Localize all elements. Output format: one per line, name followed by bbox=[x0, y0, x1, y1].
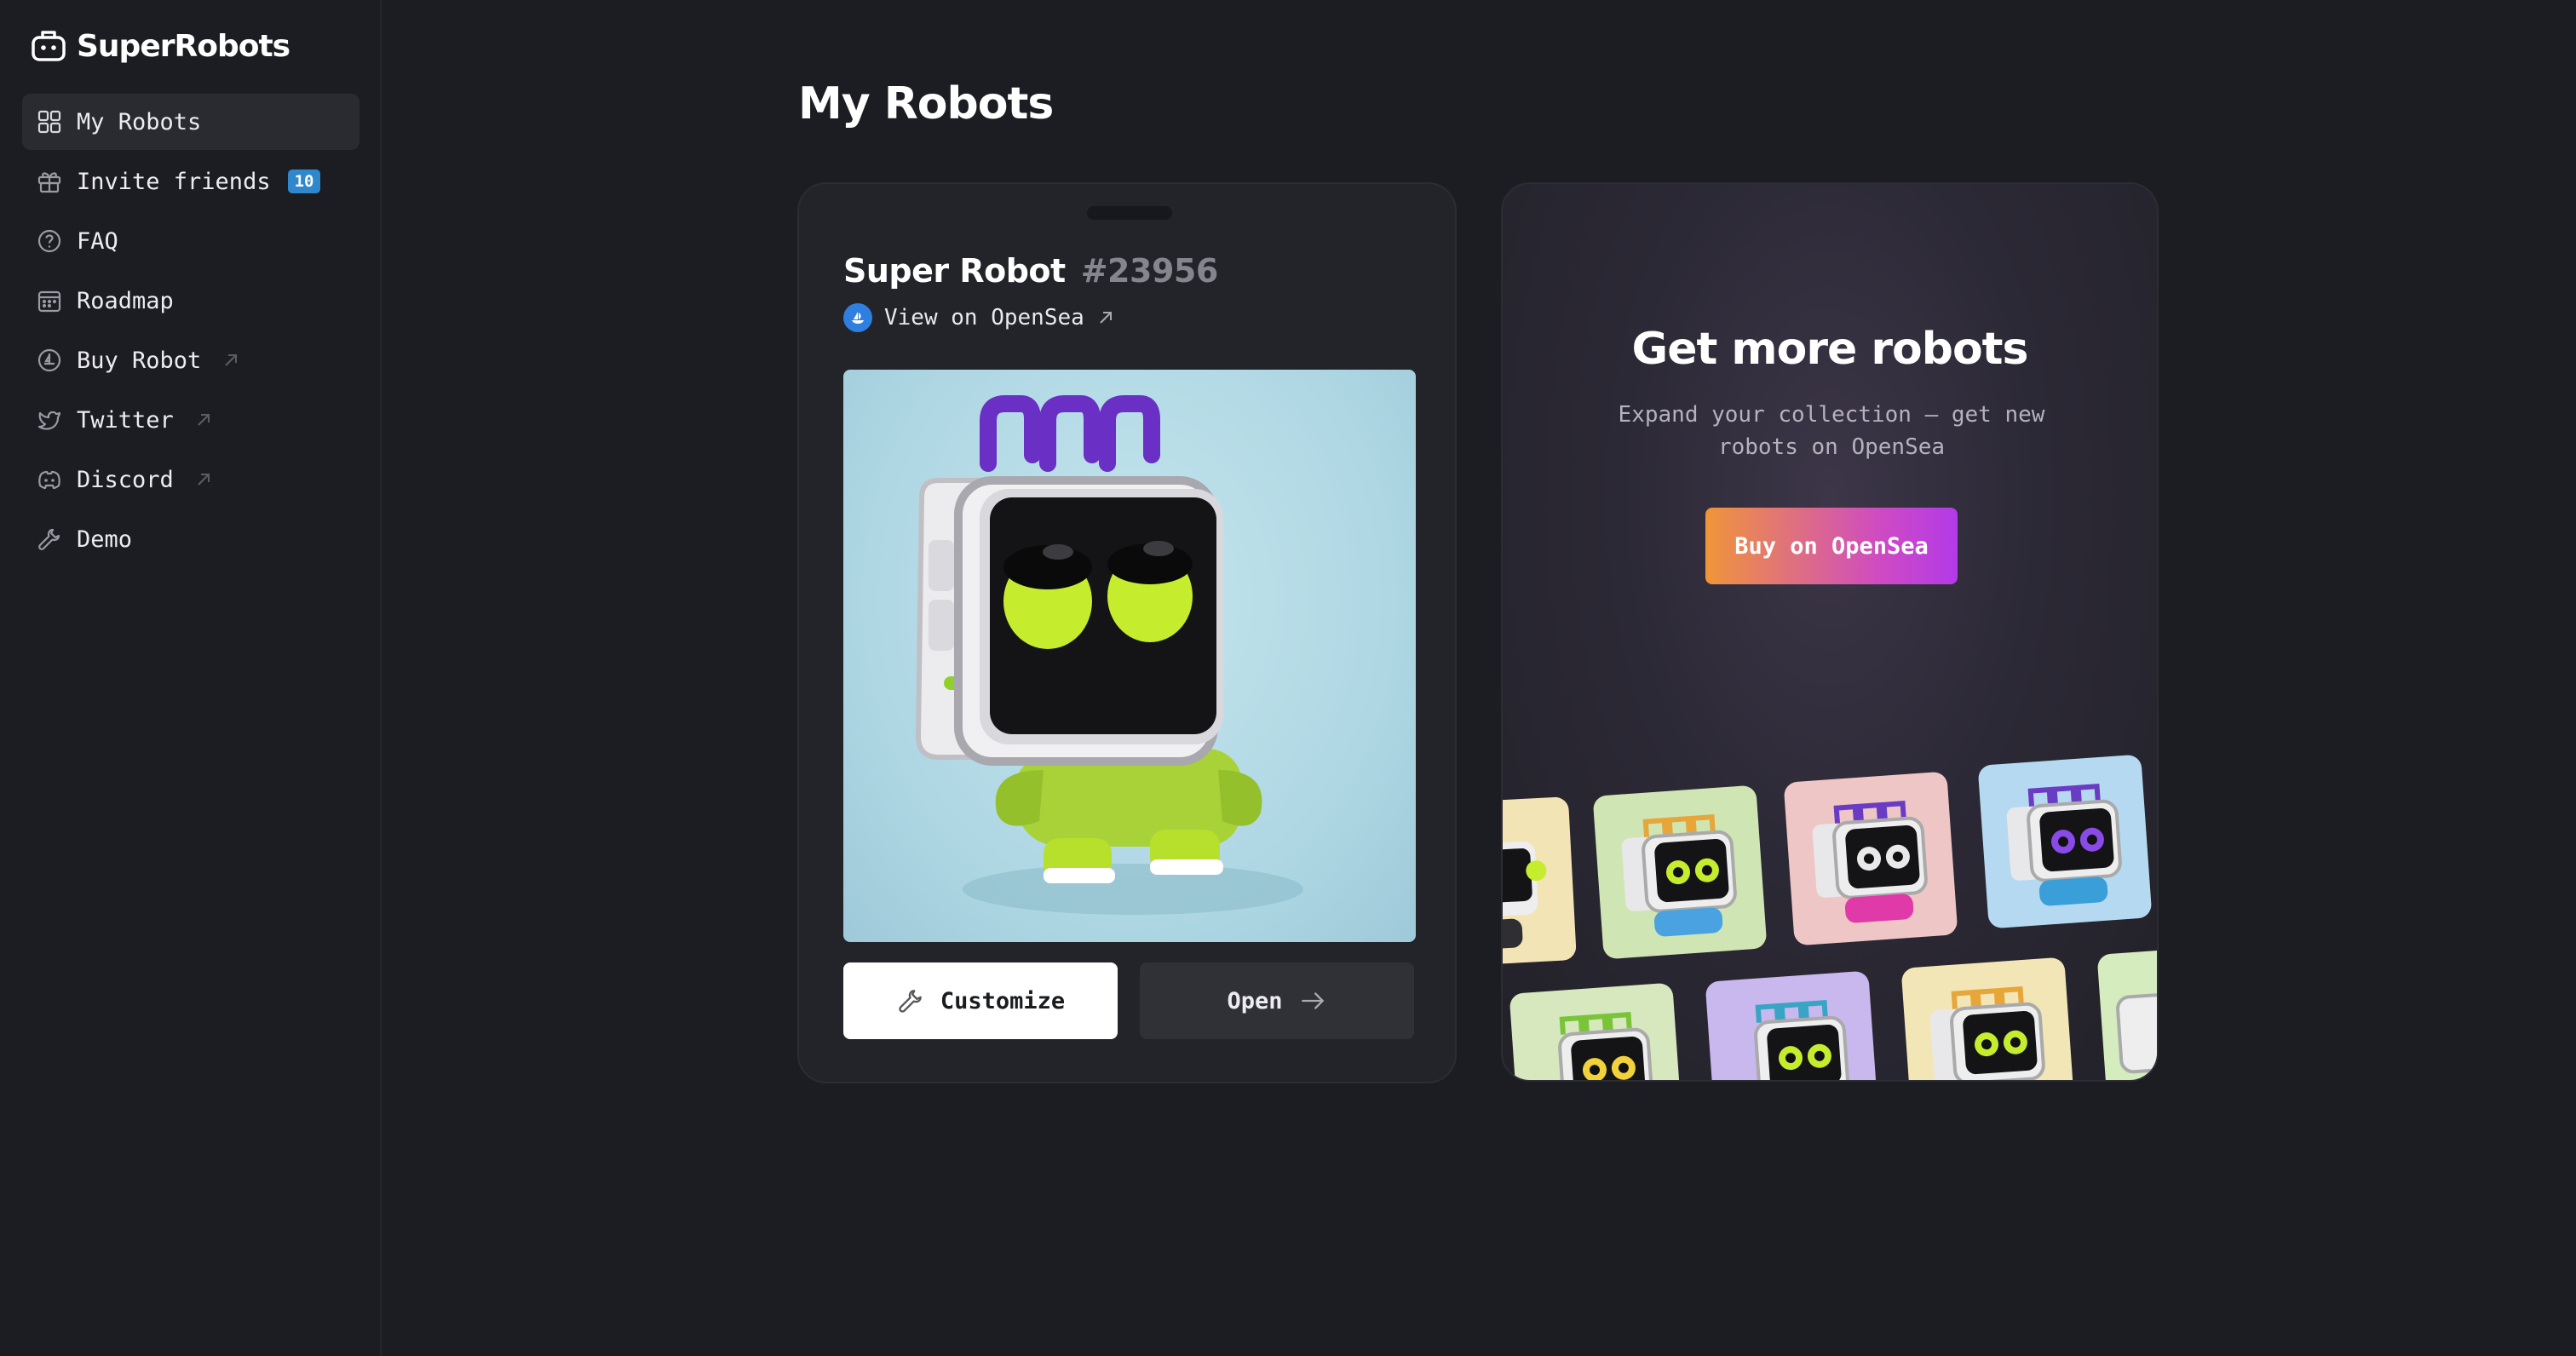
sidebar-item-buy-robot[interactable]: Buy Robot bbox=[22, 332, 359, 388]
robot-thumbnail bbox=[1592, 784, 1768, 960]
external-link-icon bbox=[198, 414, 210, 426]
open-button-label: Open bbox=[1227, 987, 1283, 1014]
sidebar-item-label: My Robots bbox=[77, 108, 202, 135]
sidebar-item-label: FAQ bbox=[77, 227, 118, 255]
sidebar-item-label: Invite friends bbox=[77, 168, 271, 195]
discord-icon bbox=[38, 470, 60, 490]
arrow-right-icon bbox=[1301, 992, 1324, 1009]
robot-thumbnail bbox=[1503, 796, 1577, 968]
sidebar-item-twitter[interactable]: Twitter bbox=[22, 392, 359, 448]
question-circle-icon bbox=[37, 229, 61, 253]
robot-image[interactable] bbox=[843, 370, 1416, 942]
external-link-icon bbox=[1100, 312, 1112, 324]
buy-on-opensea-button[interactable]: Buy on OpenSea bbox=[1705, 508, 1958, 584]
get-more-robots-card: Get more robots Expand your collection —… bbox=[1501, 182, 2159, 1082]
wrench-icon bbox=[899, 990, 922, 1013]
sidebar-item-invite-friends[interactable]: Invite friends 10 bbox=[22, 153, 359, 210]
card-notch bbox=[1087, 206, 1172, 220]
wrench-icon bbox=[38, 528, 60, 550]
robot-thumbnail bbox=[1509, 982, 1684, 1080]
sidebar-item-my-robots[interactable]: My Robots bbox=[22, 94, 359, 150]
sidebar-item-label: Buy Robot bbox=[77, 347, 202, 374]
sidebar-item-roadmap[interactable]: Roadmap bbox=[22, 273, 359, 329]
invite-count-badge: 10 bbox=[287, 170, 321, 193]
promo-title: Get more robots bbox=[1631, 324, 2029, 375]
gift-icon bbox=[37, 172, 61, 193]
robot-illustration bbox=[915, 395, 1303, 915]
sidebar-item-label: Roadmap bbox=[77, 287, 174, 314]
sidebar-nav: My Robots Invite friends 10 FAQ Roadmap bbox=[22, 94, 359, 571]
app-name: SuperRobots bbox=[77, 28, 290, 64]
buy-on-opensea-label: Buy on OpenSea bbox=[1734, 532, 1929, 560]
customize-button[interactable]: Customize bbox=[843, 962, 1118, 1039]
page-title: My Robots bbox=[798, 78, 1054, 129]
view-on-opensea-link[interactable]: View on OpenSea bbox=[843, 303, 1115, 332]
twitter-icon bbox=[37, 411, 61, 430]
robot-thumbnail bbox=[2096, 943, 2157, 1080]
calendar-icon bbox=[37, 290, 61, 313]
robot-card: Super Robot #23956 View on OpenSea Custo… bbox=[797, 182, 1457, 1083]
sidebar-item-label: Demo bbox=[77, 526, 133, 553]
robot-thumbnail bbox=[1783, 771, 1958, 946]
robot-number: #23956 bbox=[1080, 252, 1219, 290]
robot-title: Super Robot #23956 bbox=[843, 252, 1218, 290]
open-button[interactable]: Open bbox=[1140, 962, 1414, 1039]
external-link-icon bbox=[225, 354, 238, 366]
grid-icon bbox=[37, 110, 61, 134]
opensea-logo-icon bbox=[843, 303, 872, 332]
promo-subtitle: Expand your collection — get new robots … bbox=[1618, 402, 2045, 460]
external-link-icon bbox=[198, 474, 210, 486]
opensea-icon bbox=[37, 348, 61, 372]
app-logo[interactable]: SuperRobots bbox=[31, 26, 290, 66]
customize-button-label: Customize bbox=[940, 987, 1066, 1014]
robot-thumbnail bbox=[1705, 970, 1880, 1080]
sidebar-item-label: Twitter bbox=[77, 406, 174, 434]
opensea-link-label: View on OpenSea bbox=[884, 305, 1084, 330]
robot-thumbnail bbox=[1900, 957, 2076, 1080]
sidebar-item-discord[interactable]: Discord bbox=[22, 451, 359, 508]
robot-logo-icon bbox=[32, 31, 66, 61]
sidebar-item-faq[interactable]: FAQ bbox=[22, 213, 359, 269]
sidebar-item-demo[interactable]: Demo bbox=[22, 511, 359, 567]
sidebar-item-label: Discord bbox=[77, 466, 174, 493]
robot-thumbnail bbox=[1977, 754, 2153, 929]
sidebar: SuperRobots My Robots Invite friends 10 … bbox=[0, 0, 382, 1356]
robot-name: Super Robot bbox=[843, 252, 1066, 290]
